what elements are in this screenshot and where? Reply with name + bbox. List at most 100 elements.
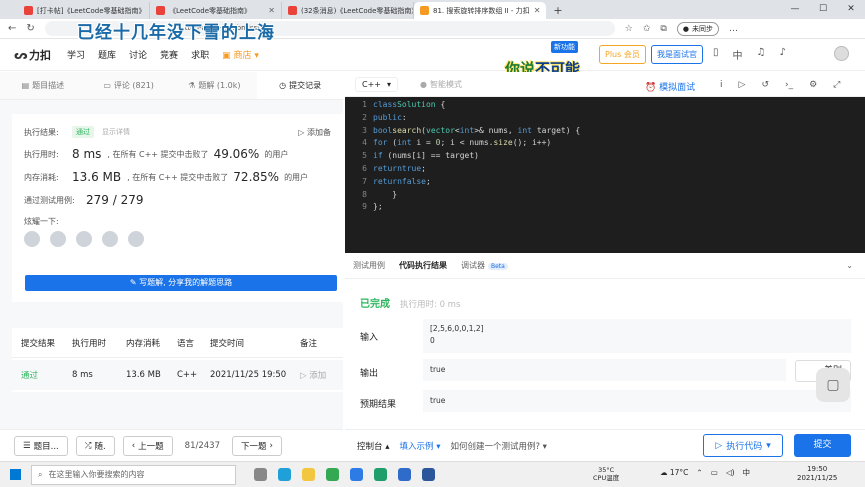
nav-item-contest[interactable]: 竞赛 bbox=[160, 48, 178, 61]
nav-icons: ▯ 中 ♫ ♪ bbox=[713, 47, 786, 62]
info-icon[interactable]: i bbox=[720, 80, 723, 90]
app-icon[interactable] bbox=[350, 468, 363, 481]
chevron-up-icon[interactable]: ⌃ bbox=[696, 468, 702, 477]
tab-comments[interactable]: ▭ 评论 (821) bbox=[86, 72, 172, 99]
code-editor[interactable]: 1 class Solution { 2 public: 3 bool search… bbox=[345, 97, 865, 253]
mobile-icon[interactable]: ▯ bbox=[713, 47, 719, 62]
reload-icon[interactable]: ↻ bbox=[26, 23, 34, 34]
explorer-icon[interactable] bbox=[302, 468, 315, 481]
settings-icon[interactable]: ⚙ bbox=[809, 80, 817, 90]
taskbar-clock[interactable]: 19:50 2021/11/25 bbox=[797, 465, 837, 483]
terminal-icon[interactable]: ›_ bbox=[785, 80, 793, 90]
weibo-icon[interactable] bbox=[50, 231, 66, 247]
app-icon[interactable] bbox=[374, 468, 387, 481]
task-view-icon[interactable] bbox=[254, 468, 267, 481]
collapse-icon[interactable]: ⌄ bbox=[846, 261, 853, 270]
add-note-button[interactable]: ▷ 添加备 bbox=[298, 127, 331, 138]
plus-member-button[interactable]: Plus 会员 bbox=[599, 45, 646, 64]
row-add-note[interactable]: ▷ 添加 bbox=[294, 369, 343, 381]
language-switch[interactable]: 中 bbox=[733, 47, 743, 62]
volume-icon[interactable]: ◁) bbox=[726, 468, 735, 477]
share-icons bbox=[24, 231, 331, 247]
browser-tab[interactable]: [打卡帖]《LeetCode零基础指南》✕ bbox=[18, 2, 150, 19]
tab-description[interactable]: ▤ 题目描述 bbox=[0, 72, 86, 99]
interviewer-button[interactable]: 我是面试官 bbox=[651, 45, 703, 64]
ime-indicator[interactable]: 中 bbox=[743, 467, 751, 478]
new-tab-button[interactable]: + bbox=[550, 2, 566, 19]
logo[interactable]: ᔕ 力扣 bbox=[14, 47, 51, 63]
tab-submissions[interactable]: ◷ 提交记录 bbox=[257, 72, 343, 99]
document-icon: ▤ bbox=[21, 81, 30, 90]
runtime-label: 执行用时: bbox=[24, 149, 59, 159]
linkedin-icon[interactable] bbox=[128, 231, 144, 247]
weather-icon[interactable]: ☁ 17°C bbox=[660, 468, 688, 477]
show-details-link[interactable]: 显示详情 bbox=[102, 127, 130, 137]
collections-icon[interactable]: ⧉ bbox=[660, 24, 666, 34]
language-select[interactable]: C++ ▾ bbox=[355, 76, 399, 92]
submit-button[interactable]: 提交 bbox=[794, 434, 851, 457]
more-icon[interactable]: … bbox=[729, 24, 738, 34]
app-icon[interactable] bbox=[398, 468, 411, 481]
network-icon[interactable]: ▭ bbox=[711, 468, 718, 477]
maximize-icon[interactable]: ☐ bbox=[809, 0, 837, 19]
bell-icon[interactable]: ♪ bbox=[779, 47, 785, 62]
wechat-icon[interactable] bbox=[24, 231, 40, 247]
nav-item-learn[interactable]: 学习 bbox=[67, 48, 85, 61]
console-toggle[interactable]: 控制台 ▴ bbox=[357, 440, 389, 452]
howto-testcase-link[interactable]: 如何创建一个测试用例? ▾ bbox=[450, 440, 546, 452]
reset-icon[interactable]: ↺ bbox=[761, 80, 769, 90]
run-code-button[interactable]: ▷ 执行代码 ▾ bbox=[703, 434, 783, 457]
browser-tab[interactable]: (32条消息)《LeetCode零基础指南》✕ bbox=[282, 2, 414, 19]
memory-label: 内存消耗: bbox=[24, 172, 59, 182]
share-label: 炫耀一下: bbox=[24, 217, 59, 226]
nav-item-jobs[interactable]: 求职 bbox=[191, 48, 209, 61]
flask-icon: ⚗ bbox=[188, 81, 196, 90]
smart-mode-toggle[interactable]: ● 智能模式 bbox=[420, 79, 462, 90]
close-icon[interactable]: ✕ bbox=[268, 6, 275, 15]
tab-testcase[interactable]: 测试用例 bbox=[353, 260, 385, 271]
chrome-icon[interactable] bbox=[326, 468, 339, 481]
browser-tab[interactable]: 《LeetCode零基础指南》 ✕ bbox=[150, 2, 282, 19]
taskbar-search-input[interactable]: ⌕ 在这里输入你要搜索的内容 bbox=[31, 464, 236, 485]
back-icon[interactable]: ← bbox=[8, 23, 16, 34]
random-button[interactable]: ⤮ 随. bbox=[75, 435, 115, 456]
tab-debugger[interactable]: 调试器 Beta bbox=[461, 260, 508, 271]
browser-tab-active[interactable]: 81. 搜索旋转排序数组 II - 力扣 ✕ bbox=[414, 2, 546, 19]
tab-run-result[interactable]: 代码执行结果 bbox=[399, 260, 447, 271]
taskbar-apps bbox=[254, 468, 435, 481]
close-icon[interactable]: ✕ bbox=[534, 6, 541, 15]
problem-list-button[interactable]: ☰ 题目... bbox=[14, 435, 68, 456]
profile-button[interactable]: ● 未同步 bbox=[676, 21, 719, 36]
problem-index: 81/2437 bbox=[184, 440, 220, 451]
next-problem-button[interactable]: 下一题 › bbox=[231, 435, 282, 456]
chevron-down-icon: ▾ bbox=[387, 79, 392, 89]
row-result[interactable]: 通过 bbox=[12, 369, 64, 381]
windows-start-icon[interactable] bbox=[10, 469, 21, 480]
avatar[interactable] bbox=[834, 46, 849, 61]
write-solution-button[interactable]: ✎ 写题解, 分享我的解题思路 bbox=[25, 275, 337, 291]
result-label: 执行结果: bbox=[24, 127, 59, 137]
tab-solutions[interactable]: ⚗ 题解 (1.0k) bbox=[172, 72, 258, 99]
nav-item-shop[interactable]: ▣ 商店 ▾ bbox=[222, 48, 259, 61]
edge-icon[interactable] bbox=[278, 468, 291, 481]
fill-example-button[interactable]: 填入示例 ▾ bbox=[399, 440, 440, 452]
float-widget-icon[interactable]: ▢ bbox=[816, 368, 850, 402]
table-row[interactable]: 通过 8 ms 13.6 MB C++ 2021/11/25 19:50 ▷ 添… bbox=[12, 360, 343, 390]
nav-item-discuss[interactable]: 讨论 bbox=[129, 48, 147, 61]
word-icon[interactable] bbox=[422, 468, 435, 481]
run-icon[interactable]: ▷ bbox=[739, 80, 746, 90]
fullscreen-icon[interactable]: ⤢ bbox=[833, 80, 840, 90]
notification-icon[interactable]: ♫ bbox=[757, 47, 766, 62]
minimize-icon[interactable]: — bbox=[781, 0, 809, 19]
prev-problem-button[interactable]: ‹ 上一题 bbox=[122, 435, 173, 456]
chevron-right-icon: › bbox=[269, 440, 273, 451]
mock-interview-button[interactable]: ⏰ 模拟面试 bbox=[645, 80, 695, 93]
nav-item-problems[interactable]: 题库 bbox=[98, 48, 116, 61]
csdn-icon bbox=[24, 6, 33, 15]
output-label: 输出 bbox=[360, 369, 379, 379]
douban-icon[interactable] bbox=[102, 231, 118, 247]
qq-icon[interactable] bbox=[76, 231, 92, 247]
favorites-icon[interactable]: ✩ bbox=[643, 24, 651, 34]
star-icon[interactable]: ☆ bbox=[625, 24, 633, 34]
close-window-icon[interactable]: ✕ bbox=[837, 0, 865, 19]
